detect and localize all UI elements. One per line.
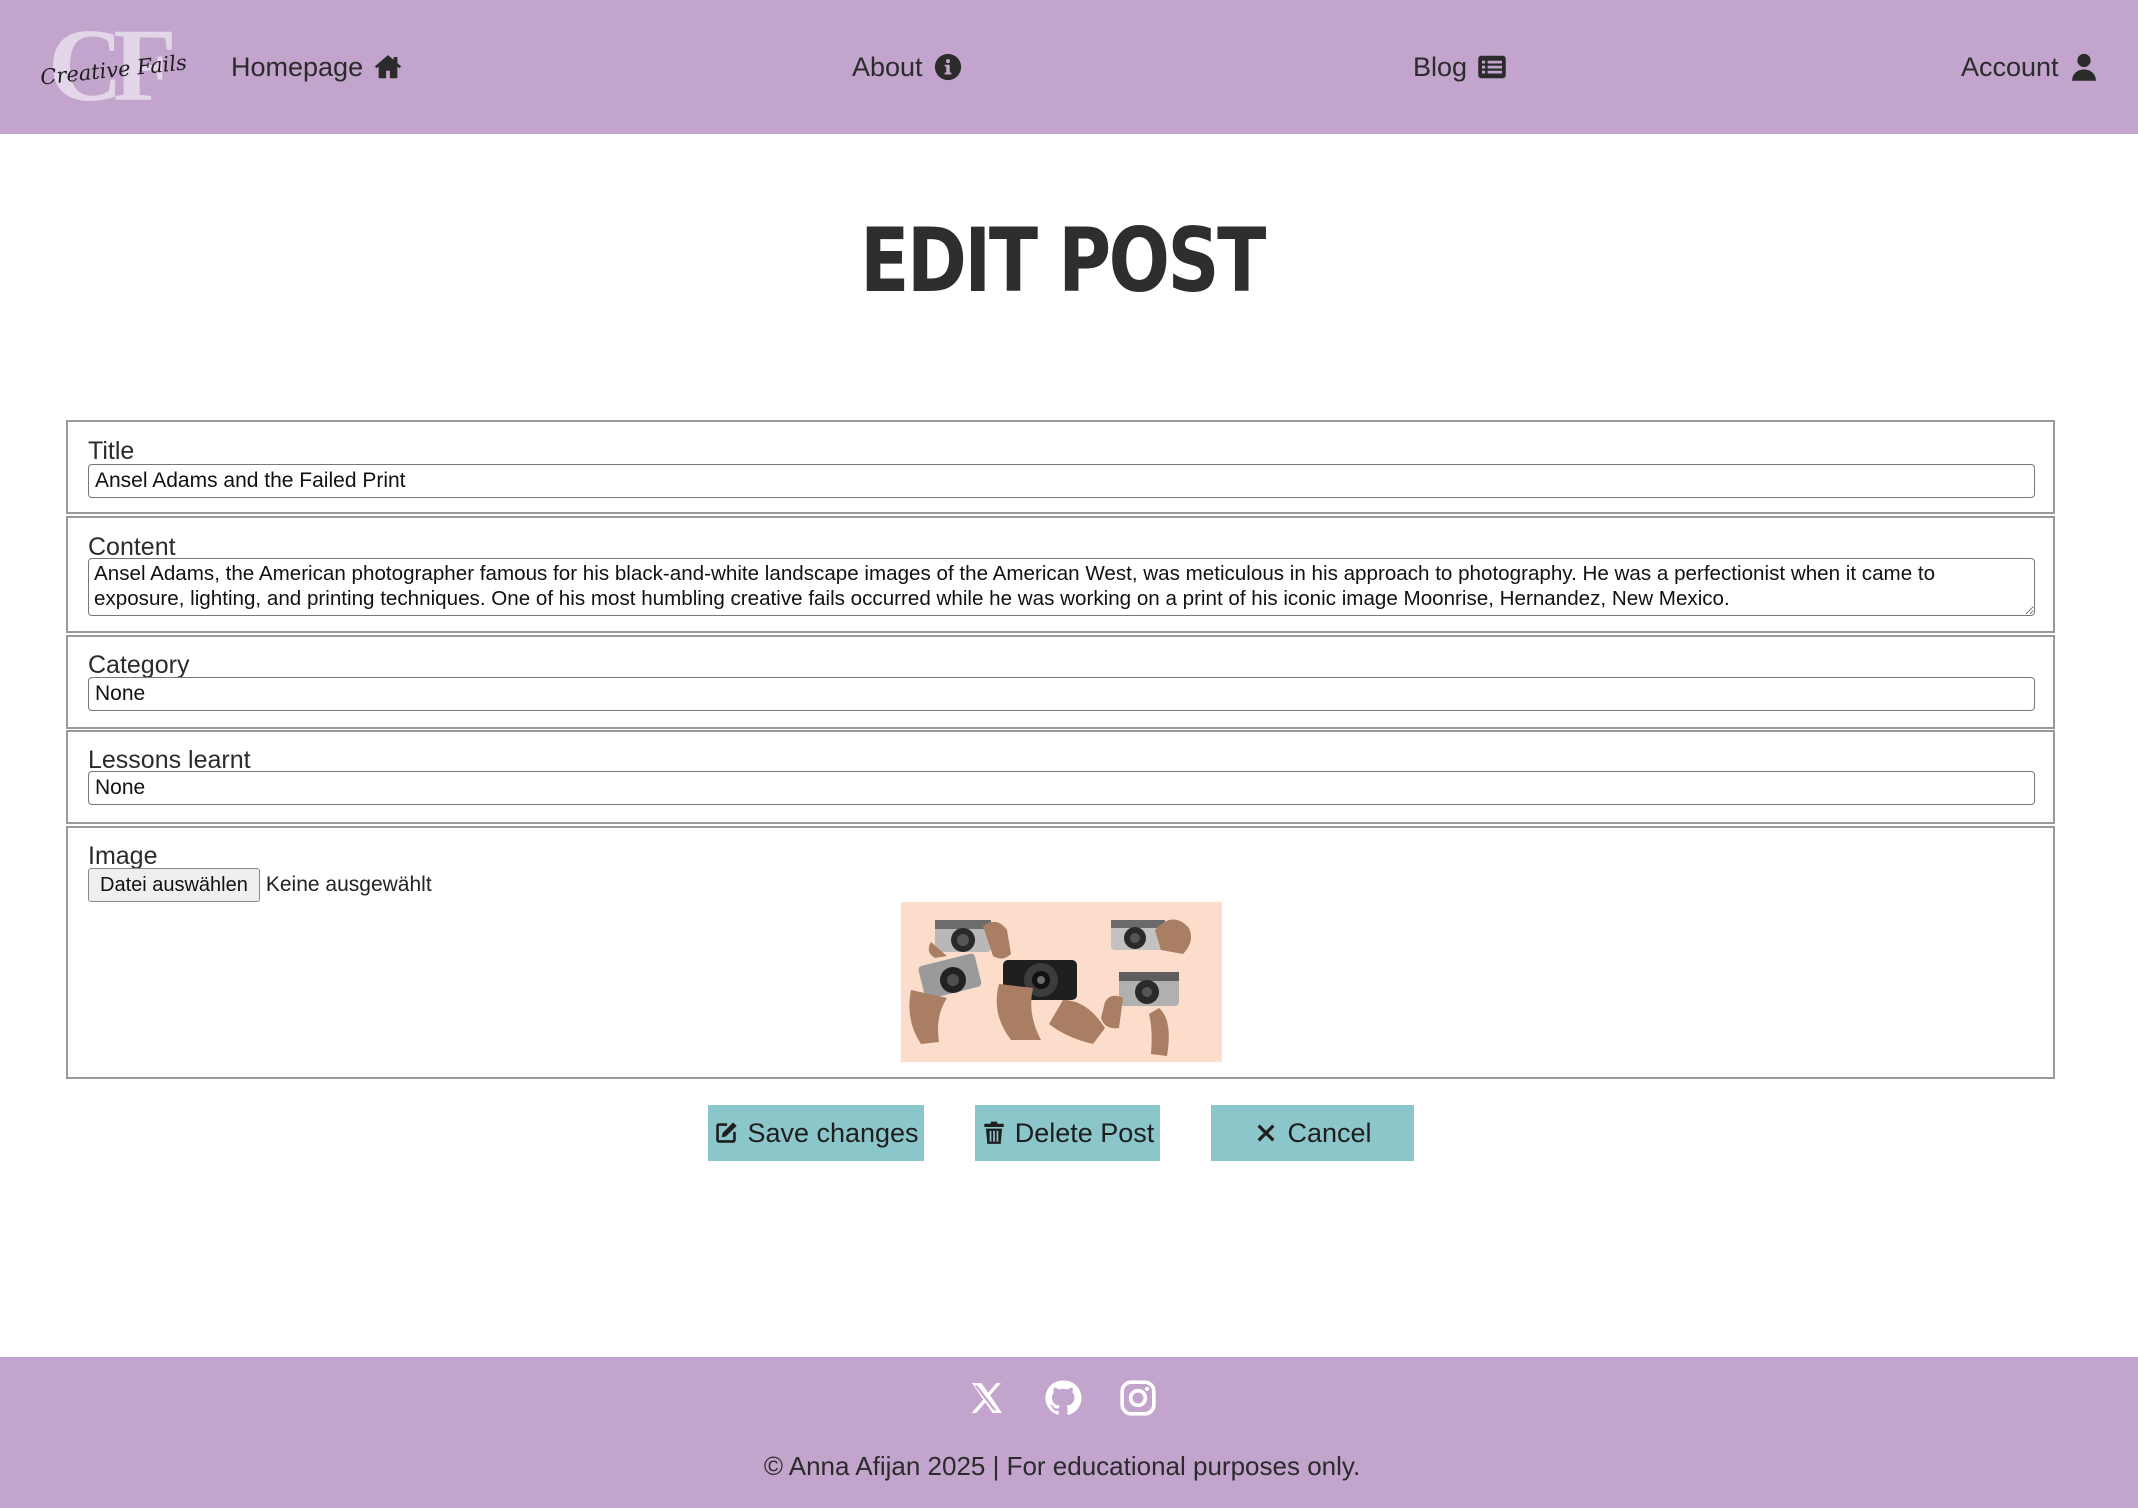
github-icon[interactable] (1043, 1378, 1083, 1418)
site-logo[interactable]: CF Creative Fails (38, 14, 188, 118)
info-circle-icon (934, 53, 961, 81)
file-input: Datei auswählen Keine ausgewählt (88, 868, 432, 902)
trash-icon (983, 1121, 1004, 1144)
page-title: EDIT POST (860, 209, 1266, 312)
nav-link-account[interactable]: Account (1961, 47, 2099, 87)
navbar: CF Creative Fails Homepage About Blog Ac… (0, 0, 2138, 134)
save-changes-button[interactable]: Save changes (708, 1105, 924, 1161)
list-alt-icon (1478, 55, 1506, 79)
content-fieldset: Content Ansel Adams, the American photog… (66, 516, 2055, 633)
copyright-text: © Anna Afijan 2025 | For educational pur… (763, 1451, 1361, 1481)
nav-link-homepage[interactable]: Homepage (231, 47, 403, 87)
delete-post-button[interactable]: Delete Post (975, 1105, 1160, 1161)
image-fieldset: Image Datei auswählen Keine ausgewählt (66, 826, 2055, 1079)
nav-link-homepage-label: Homepage (231, 52, 364, 82)
file-status: Keine ausgewählt (265, 873, 432, 896)
lessons-fieldset: Lessons learnt (66, 730, 2055, 824)
instagram-icon[interactable] (1118, 1378, 1158, 1418)
delete-post-label: Delete Post (1014, 1117, 1155, 1148)
cancel-label: Cancel (1287, 1117, 1372, 1148)
x-icon[interactable] (967, 1378, 1007, 1418)
user-icon (2071, 53, 2096, 81)
nav-link-about-label: About (852, 52, 923, 82)
camera-hands-5 (1101, 972, 1179, 1056)
lessons-input[interactable] (88, 771, 2035, 805)
save-changes-label: Save changes (747, 1117, 919, 1148)
camera-hands-1 (928, 920, 1011, 959)
site-footer: © Anna Afijan 2025 | For educational pur… (0, 1357, 2138, 1508)
category-fieldset: Category (66, 635, 2055, 729)
camera-hands-3 (909, 953, 982, 1044)
post-image-preview (901, 902, 1222, 1062)
image-label: Image (88, 842, 158, 870)
cancel-button[interactable]: Cancel (1211, 1105, 1414, 1161)
edit-icon (716, 1122, 738, 1143)
choose-file-button[interactable]: Datei auswählen (88, 868, 260, 902)
nav-link-blog[interactable]: Blog (1413, 47, 1507, 87)
home-icon (374, 55, 402, 79)
title-label: Title (88, 437, 135, 465)
hands-cameras-image (909, 919, 1191, 1056)
content-textarea[interactable]: Ansel Adams, the American photographer f… (88, 558, 2035, 616)
nav-link-blog-label: Blog (1413, 52, 1468, 82)
nav-link-about[interactable]: About (852, 47, 963, 87)
category-input[interactable] (88, 677, 2035, 711)
category-label: Category (88, 651, 190, 679)
title-fieldset: Title (66, 420, 2055, 514)
title-input[interactable] (88, 464, 2035, 498)
close-icon (1258, 1124, 1275, 1142)
nav-link-account-label: Account (1961, 52, 2059, 82)
camera-hands-4 (996, 960, 1105, 1044)
camera-hands-2 (1111, 919, 1191, 954)
